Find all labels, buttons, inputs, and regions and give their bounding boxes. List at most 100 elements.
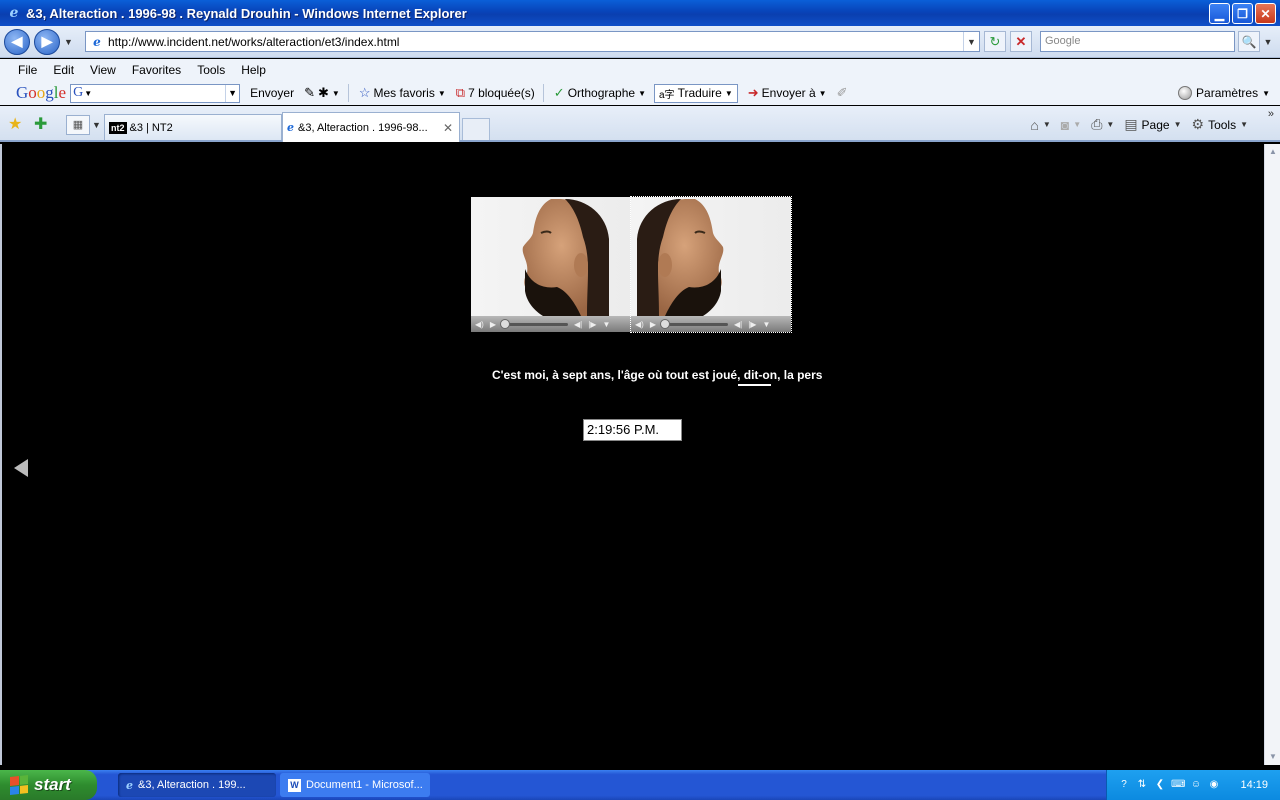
- toolbar-separator: [347, 84, 349, 102]
- search-go-button[interactable]: 🔍: [1238, 31, 1260, 52]
- menu-bar: File Edit View Favorites Tools Help: [0, 59, 1280, 81]
- scroll-up-icon[interactable]: ▲: [1266, 145, 1280, 159]
- window-title: &3, Alteraction . 1996-98 . Reynald Drou…: [26, 5, 467, 21]
- step-forward-icon[interactable]: |▶: [748, 320, 756, 329]
- google-search-input[interactable]: G ▼ ▼: [70, 83, 241, 103]
- word-icon: W: [288, 778, 301, 792]
- google-toolbar: Google G ▼ ▼ Envoyer ✎ ✱ ▼ ☆ Mes favoris ▼ ⧉…: [0, 81, 1280, 105]
- minimize-button[interactable]: ▁: [1209, 3, 1230, 24]
- play-icon[interactable]: ▶: [490, 320, 496, 329]
- link-underline: [738, 384, 771, 386]
- home-icon[interactable]: ⌂: [1030, 117, 1038, 133]
- step-back-icon[interactable]: ◀|: [734, 320, 742, 329]
- profile-portrait-image: [522, 199, 609, 316]
- pen-icon: ✐: [836, 85, 848, 100]
- video-player-right[interactable]: ◀) ▶ ◀| |▶ ▼: [630, 196, 792, 333]
- page-menu-icon: ▤: [1124, 116, 1138, 132]
- taskbar-item-ie[interactable]: e &3, Alteraction . 199...: [118, 773, 276, 797]
- toolbar-overflow-chevron-icon[interactable]: »: [1268, 108, 1274, 120]
- menu-edit[interactable]: Edit: [45, 61, 82, 79]
- envoyer-a-button[interactable]: ➜ Envoyer à ▼: [748, 85, 827, 101]
- scroll-down-icon[interactable]: ▼: [1266, 750, 1280, 764]
- google-g-icon: G: [73, 85, 84, 100]
- menu-arrow-icon[interactable]: ▼: [762, 320, 770, 329]
- tab-bar: ★ ✚ ▦ ▼ nt2 &3 | NT2 e &3, Alteraction .…: [0, 106, 1280, 142]
- address-field[interactable]: e http://www.incident.net/works/alteract…: [85, 31, 980, 52]
- help-icon[interactable]: ?: [1117, 778, 1131, 792]
- tab-alteraction[interactable]: e &3, Alteraction . 1996-98... ✕: [282, 112, 460, 142]
- tray-expand-icon[interactable]: ❮: [1153, 778, 1167, 792]
- menu-arrow-icon[interactable]: ▼: [602, 320, 610, 329]
- forward-button[interactable]: ▶: [34, 28, 60, 55]
- close-button[interactable]: ✕: [1255, 3, 1276, 24]
- recent-pages-dropdown-icon[interactable]: ▼: [64, 37, 73, 47]
- google-logo[interactable]: Google: [16, 83, 66, 103]
- new-tab-button[interactable]: [462, 118, 490, 140]
- gear-icon: ⚙: [1191, 116, 1205, 132]
- menu-view[interactable]: View: [82, 61, 124, 79]
- search-options-dropdown-icon[interactable]: ▼: [1262, 31, 1274, 52]
- video-player-left[interactable]: ◀) ▶ ◀| |▶ ▼: [471, 197, 631, 332]
- popup-blocker-button[interactable]: ⧉ 7 bloquée(s): [456, 85, 535, 101]
- tab-label: &3, Alteraction . 1996-98...: [298, 121, 428, 134]
- menu-favorites[interactable]: Favorites: [124, 61, 189, 79]
- window-controls: ▁ ❐ ✕: [1209, 3, 1276, 24]
- system-clock[interactable]: 14:19: [1240, 779, 1268, 791]
- orthographe-button[interactable]: ✓ Orthographe ▼: [554, 85, 646, 101]
- google-search-dropdown-icon[interactable]: ▼: [225, 84, 239, 102]
- translate-icon: a字: [659, 89, 675, 101]
- url-dropdown-icon[interactable]: ▼: [963, 32, 979, 51]
- stop-button[interactable]: ✕: [1010, 31, 1032, 52]
- step-back-icon[interactable]: ◀|: [574, 320, 582, 329]
- network-icon[interactable]: ⇅: [1135, 778, 1149, 792]
- parametres-button[interactable]: Paramètres ▼: [1178, 86, 1270, 100]
- back-button[interactable]: ◀: [4, 28, 30, 55]
- feeds-icon[interactable]: ◙: [1061, 117, 1069, 133]
- previous-arrow-icon[interactable]: [14, 459, 28, 477]
- star-outline-icon: ☆: [358, 85, 371, 100]
- tab-nt2[interactable]: nt2 &3 | NT2: [104, 114, 282, 140]
- volume-icon[interactable]: ◀): [635, 320, 644, 329]
- video-frame: [631, 197, 791, 316]
- step-forward-icon[interactable]: |▶: [588, 320, 596, 329]
- seek-slider[interactable]: [659, 318, 728, 329]
- tab-close-icon[interactable]: ✕: [443, 121, 453, 135]
- page-menu-button[interactable]: Page: [1142, 118, 1170, 132]
- google-extra-tools[interactable]: ✎ ✱ ▼: [304, 85, 340, 101]
- url-text[interactable]: http://www.incident.net/works/alteractio…: [108, 35, 963, 49]
- seek-slider[interactable]: [499, 318, 568, 329]
- video-frame: [471, 197, 631, 316]
- address-row: ◀ ▶ ▼ e http://www.incident.net/works/al…: [0, 26, 1280, 58]
- keyboard-icon[interactable]: ⌨: [1171, 778, 1185, 792]
- play-icon[interactable]: ▶: [650, 320, 656, 329]
- tools-menu-button[interactable]: Tools: [1208, 118, 1236, 132]
- vertical-scrollbar[interactable]: ▲ ▼: [1264, 144, 1280, 765]
- traduire-button[interactable]: a字 Traduire ▼: [654, 83, 738, 103]
- spellcheck-icon: ✓: [553, 85, 565, 100]
- toolbar-separator: [542, 84, 544, 102]
- maximize-button[interactable]: ❐: [1232, 3, 1253, 24]
- volume-icon[interactable]: ◀): [475, 320, 484, 329]
- menu-tools[interactable]: Tools: [189, 61, 233, 79]
- highlight-button[interactable]: ✐: [837, 85, 848, 101]
- ie-icon: e: [126, 778, 133, 792]
- favorites-center-icon[interactable]: ★: [8, 114, 22, 134]
- start-button[interactable]: start: [0, 770, 97, 800]
- command-bar: ⌂ ▼ ◙ ▼ ⎙ ▼ ▤ Page ▼ ⚙ Tools ▼: [1030, 116, 1248, 133]
- menu-file[interactable]: File: [10, 61, 45, 79]
- add-favorite-icon[interactable]: ✚: [34, 114, 47, 134]
- antivirus-icon[interactable]: ◉: [1207, 778, 1221, 792]
- tab-list-dropdown-icon[interactable]: ▼: [92, 115, 101, 135]
- google-envoyer-button[interactable]: Envoyer: [250, 86, 294, 100]
- menu-help[interactable]: Help: [233, 61, 274, 79]
- search-input[interactable]: Google: [1040, 31, 1235, 52]
- taskbar-item-word[interactable]: W Document1 - Microsof...: [280, 773, 430, 797]
- send-to-icon: ➜: [747, 85, 759, 100]
- users-icon[interactable]: ☺: [1189, 778, 1203, 792]
- windows-logo-icon: [10, 775, 28, 795]
- time-display-field[interactable]: 2:19:56 P.M.: [583, 419, 682, 441]
- quick-tabs-icon[interactable]: ▦: [66, 115, 90, 135]
- refresh-button[interactable]: ↻: [984, 31, 1006, 52]
- print-icon[interactable]: ⎙: [1091, 116, 1102, 133]
- mes-favoris-button[interactable]: ☆ Mes favoris ▼: [359, 85, 446, 101]
